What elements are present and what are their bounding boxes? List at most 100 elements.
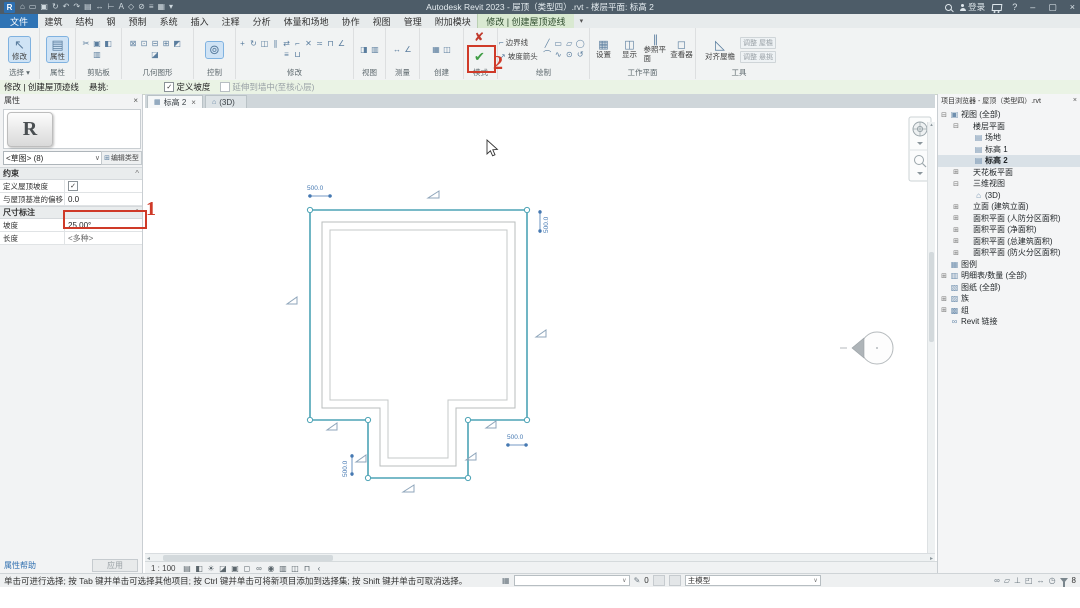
tree-item[interactable]: ▤ 标高 2: [938, 155, 1080, 167]
measure-tool-icon[interactable]: ∠: [403, 45, 413, 55]
define-slope-checkbox[interactable]: ✓ 定义坡度: [164, 81, 210, 93]
expand-icon[interactable]: ⊟: [940, 111, 948, 119]
work-plane-button[interactable]: ◻查看器: [670, 41, 694, 59]
create-tool-icon[interactable]: ▦: [431, 45, 441, 55]
ribbon-tab[interactable]: 视图: [366, 14, 397, 28]
geometry-tool-icon[interactable]: ⊠: [128, 39, 138, 49]
clipboard-tool-icon[interactable]: ▣: [92, 39, 102, 49]
expand-icon[interactable]: ⊞: [940, 295, 948, 303]
tree-item[interactable]: ▦ 图例: [938, 259, 1080, 271]
restore-button[interactable]: ▢: [1045, 2, 1060, 13]
draw-tool-icon[interactable]: ∿: [553, 50, 563, 60]
tab-file[interactable]: 文件: [0, 14, 38, 28]
draw-tool-icon[interactable]: ◯: [575, 39, 585, 49]
tab-options-dropdown-icon[interactable]: ▾: [574, 14, 590, 28]
sun-path-icon[interactable]: ☀: [206, 564, 215, 573]
expand-icon[interactable]: ⊞: [952, 249, 960, 257]
tree-item[interactable]: ⊞ ▩ 组: [938, 305, 1080, 317]
measure-icon[interactable]: ↔: [96, 2, 104, 12]
tree-item[interactable]: ⊟ ▣ 视图 (全部): [938, 109, 1080, 121]
ribbon-tab[interactable]: 体量和场地: [277, 14, 335, 28]
tab-modify-create-roof-footprint[interactable]: 修改 | 创建屋顶迹线: [477, 14, 573, 28]
select-pinned-icon[interactable]: ⊥: [1014, 576, 1021, 585]
ribbon-tab[interactable]: 插入: [184, 14, 215, 28]
project-browser-close-icon[interactable]: ×: [1073, 97, 1077, 104]
ribbon-tab[interactable]: 结构: [69, 14, 100, 28]
geometry-tool-icon[interactable]: ◪: [150, 50, 160, 60]
vertical-scrollbar[interactable]: ▴ ▾: [927, 122, 935, 553]
boundary-line-mode[interactable]: ⌐ 边界线: [499, 37, 538, 48]
geometry-tool-icon[interactable]: ⊡: [139, 39, 149, 49]
expand-icon[interactable]: ⊞: [952, 214, 960, 222]
user-interface-icon[interactable]: ▦: [157, 2, 165, 12]
scrollbar-thumb[interactable]: [929, 252, 934, 342]
drag-on-selection-icon[interactable]: ↔: [1037, 576, 1045, 585]
close-view-icon[interactable]: ×: [191, 98, 196, 107]
minimize-button[interactable]: –: [1027, 2, 1038, 12]
geometry-tool-icon[interactable]: ◩: [172, 39, 182, 49]
ribbon-tab[interactable]: 附加模块: [428, 14, 477, 28]
close-button[interactable]: ×: [1067, 2, 1078, 12]
sketch-vertex-handles[interactable]: [307, 207, 529, 480]
tree-item[interactable]: ▤ 标高 1: [938, 144, 1080, 156]
search-icon[interactable]: [945, 4, 952, 11]
modify-tool-icon[interactable]: ⇄: [282, 39, 292, 49]
ribbon-tab[interactable]: 协作: [335, 14, 366, 28]
modify-tool-icon[interactable]: +: [238, 39, 248, 49]
select-by-face-icon[interactable]: ◰: [1025, 576, 1033, 585]
geometry-tool-icon[interactable]: ⊟: [150, 39, 160, 49]
expand-icon[interactable]: ⊞: [940, 272, 948, 280]
tree-item[interactable]: ⊞ ▥ 明细表/数量 (全部): [938, 270, 1080, 282]
temporary-view-properties-icon[interactable]: ▥: [278, 564, 287, 573]
select-underlay-icon[interactable]: ▱: [1004, 576, 1010, 585]
worksets-icon[interactable]: ▦: [502, 576, 510, 585]
ribbon-tab[interactable]: 预制: [122, 14, 153, 28]
drawing-canvas[interactable]: 500.0 500.0 500.0 500.0: [145, 108, 935, 553]
background-processes-icon[interactable]: ◷: [1049, 576, 1056, 585]
open-icon[interactable]: ▭: [29, 2, 37, 12]
expand-icon[interactable]: ⊞: [940, 306, 948, 314]
modify-tool-icon[interactable]: ✕: [304, 39, 314, 49]
collapse-icon[interactable]: ‹: [314, 564, 323, 573]
sync-icon[interactable]: ↻: [52, 2, 59, 12]
select-links-icon[interactable]: ∞: [994, 576, 1000, 585]
ribbon-tab[interactable]: 分析: [246, 14, 277, 28]
modify-tool-icon[interactable]: ◫: [260, 39, 270, 49]
tree-item[interactable]: ⊟ 楼层平面: [938, 121, 1080, 133]
tree-item[interactable]: ⌂ (3D): [938, 190, 1080, 202]
home-icon[interactable]: ⌂: [20, 2, 25, 12]
measure-tool-icon[interactable]: ↔: [392, 45, 402, 55]
modify-tool-icon[interactable]: ≍: [315, 39, 325, 49]
hide-analytical-model-icon[interactable]: ◫: [290, 564, 299, 573]
properties-button[interactable]: ▤ 属性: [47, 37, 68, 62]
temporary-hide-isolate-icon[interactable]: ∞: [254, 564, 263, 573]
work-plane-button[interactable]: ◫显示: [618, 41, 642, 59]
draw-tool-icon[interactable]: ▱: [564, 39, 574, 49]
work-plane-button[interactable]: ∥参照平面: [644, 36, 668, 63]
visual-style-icon[interactable]: ◧: [194, 564, 203, 573]
view-tool-icon[interactable]: ◨: [359, 45, 369, 55]
tree-item[interactable]: ⊞ 面积平面 (人防分区面积): [938, 213, 1080, 225]
modify-tool-icon[interactable]: ⌐: [293, 39, 303, 49]
filter-icon[interactable]: [1060, 578, 1068, 583]
tree-item[interactable]: ⊞ 面积平面 (总建筑面积): [938, 236, 1080, 248]
draw-tool-icon[interactable]: ↺: [575, 50, 585, 60]
slope-arrow-mode[interactable]: ↗ 坡度箭头: [499, 51, 538, 62]
finish-sketch-icon[interactable]: ✔: [474, 49, 485, 65]
print-icon[interactable]: ▤: [84, 2, 92, 12]
help-icon[interactable]: ?: [1009, 2, 1020, 12]
type-selector-dropdown[interactable]: <草图> (8) ∨: [3, 151, 103, 165]
tree-item[interactable]: ⊞ 立面 (建筑立面): [938, 201, 1080, 213]
thin-lines-icon[interactable]: ≡: [149, 2, 154, 12]
modify-tool-icon[interactable]: ∥: [271, 39, 281, 49]
view-tool-icon[interactable]: ▥: [370, 45, 380, 55]
shadows-icon[interactable]: ◪: [218, 564, 227, 573]
editing-requests-icon[interactable]: ✎: [634, 576, 641, 585]
draw-tool-icon[interactable]: ⊙: [564, 50, 574, 60]
ribbon-tab[interactable]: 钢: [100, 14, 122, 28]
modify-tool-icon[interactable]: ≡: [282, 50, 292, 60]
expand-icon[interactable]: ⊞: [952, 168, 960, 176]
clipboard-tool-icon[interactable]: ▥: [92, 50, 102, 60]
section-dimensions[interactable]: 尺寸标注 ^: [0, 206, 142, 219]
work-plane-button[interactable]: ▦设置: [592, 41, 616, 59]
